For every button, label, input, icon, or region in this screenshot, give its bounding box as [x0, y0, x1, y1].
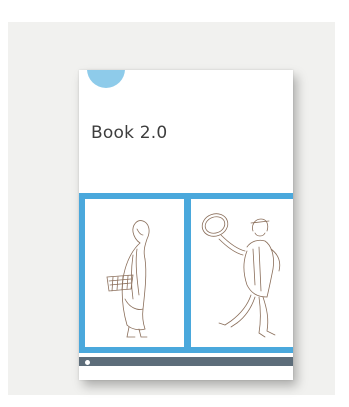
- man-with-tambourine-sketch: [191, 199, 293, 347]
- book-title: Book 2.0: [91, 123, 168, 143]
- woman-with-basket-sketch: [85, 199, 184, 347]
- issue-badge-text: [87, 70, 125, 75]
- publisher-logo: [85, 358, 131, 365]
- book-cover[interactable]: Book 2.0: [79, 70, 293, 380]
- cover-artwork: [79, 193, 293, 353]
- issue-badge: [87, 70, 125, 88]
- cover-footer-bar: [79, 357, 293, 366]
- product-image-frame: Book 2.0: [8, 22, 335, 395]
- publisher-logo-icon: [85, 359, 90, 365]
